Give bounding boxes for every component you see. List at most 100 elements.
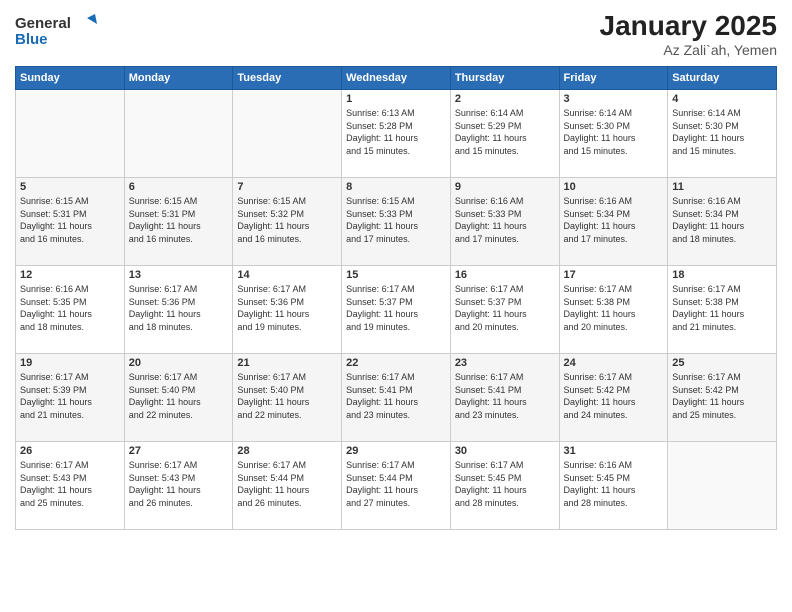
day-number: 7 <box>237 181 337 193</box>
calendar-cell: 1 Sunrise: 6:13 AM Sunset: 5:28 PM Daylig… <box>342 90 451 178</box>
day-info: Sunrise: 6:17 AM Sunset: 5:44 PM Dayligh… <box>237 459 337 509</box>
calendar-cell: 12 Sunrise: 6:16 AM Sunset: 5:35 PM Dayli… <box>16 266 125 354</box>
day-number: 16 <box>455 269 555 281</box>
day-number: 8 <box>346 181 446 193</box>
day-info: Sunrise: 6:17 AM Sunset: 5:43 PM Dayligh… <box>20 459 120 509</box>
day-number: 22 <box>346 357 446 369</box>
day-number: 27 <box>129 445 229 457</box>
svg-text:General: General <box>15 15 71 32</box>
col-thursday: Thursday <box>450 67 559 90</box>
day-info: Sunrise: 6:17 AM Sunset: 5:44 PM Dayligh… <box>346 459 446 509</box>
day-number: 1 <box>346 93 446 105</box>
calendar-cell: 20 Sunrise: 6:17 AM Sunset: 5:40 PM Dayli… <box>124 354 233 442</box>
day-number: 9 <box>455 181 555 193</box>
day-info: Sunrise: 6:16 AM Sunset: 5:35 PM Dayligh… <box>20 283 120 333</box>
calendar-cell: 3Sunrise: 6:14 AM Sunset: 5:30 PM Daylig… <box>559 90 668 178</box>
calendar-cell: 5 Sunrise: 6:15 AM Sunset: 5:31 PM Daylig… <box>16 178 125 266</box>
day-number: 15 <box>346 269 446 281</box>
col-sunday: Sunday <box>16 67 125 90</box>
day-info: Sunrise: 6:17 AM Sunset: 5:40 PM Dayligh… <box>237 371 337 421</box>
calendar-cell: 10 Sunrise: 6:16 AM Sunset: 5:34 PM Dayli… <box>559 178 668 266</box>
day-info: Sunrise: 6:13 AM Sunset: 5:28 PM Dayligh… <box>346 107 446 157</box>
day-info: Sunrise: 6:17 AM Sunset: 5:45 PM Dayligh… <box>455 459 555 509</box>
calendar-cell: 11 Sunrise: 6:16 AM Sunset: 5:34 PM Dayli… <box>668 178 777 266</box>
calendar-week-1: 1 Sunrise: 6:13 AM Sunset: 5:28 PM Daylig… <box>16 90 777 178</box>
day-number: 24 <box>564 357 664 369</box>
calendar-cell <box>233 90 342 178</box>
day-number: 3 <box>564 93 664 105</box>
calendar-cell <box>124 90 233 178</box>
col-saturday: Saturday <box>668 67 777 90</box>
day-info: Sunrise: 6:17 AM Sunset: 5:37 PM Dayligh… <box>455 283 555 333</box>
day-info: Sunrise: 6:17 AM Sunset: 5:38 PM Dayligh… <box>672 283 772 333</box>
day-number: 30 <box>455 445 555 457</box>
calendar-cell: 14 Sunrise: 6:17 AM Sunset: 5:36 PM Dayli… <box>233 266 342 354</box>
calendar-cell <box>16 90 125 178</box>
day-number: 23 <box>455 357 555 369</box>
day-number: 14 <box>237 269 337 281</box>
calendar-cell: 26 Sunrise: 6:17 AM Sunset: 5:43 PM Dayli… <box>16 442 125 530</box>
calendar-week-5: 26 Sunrise: 6:17 AM Sunset: 5:43 PM Dayli… <box>16 442 777 530</box>
day-number: 20 <box>129 357 229 369</box>
day-info: Sunrise: 6:15 AM Sunset: 5:31 PM Dayligh… <box>20 195 120 245</box>
calendar-cell: 9 Sunrise: 6:16 AM Sunset: 5:33 PM Daylig… <box>450 178 559 266</box>
calendar-cell: 8 Sunrise: 6:15 AM Sunset: 5:33 PM Daylig… <box>342 178 451 266</box>
day-info: Sunrise: 6:17 AM Sunset: 5:37 PM Dayligh… <box>346 283 446 333</box>
col-wednesday: Wednesday <box>342 67 451 90</box>
day-info: Sunrise: 6:17 AM Sunset: 5:41 PM Dayligh… <box>455 371 555 421</box>
day-info: Sunrise: 6:16 AM Sunset: 5:34 PM Dayligh… <box>564 195 664 245</box>
calendar-cell: 23 Sunrise: 6:17 AM Sunset: 5:41 PM Dayli… <box>450 354 559 442</box>
day-info: Sunrise: 6:17 AM Sunset: 5:38 PM Dayligh… <box>564 283 664 333</box>
calendar-cell: 15 Sunrise: 6:17 AM Sunset: 5:37 PM Dayli… <box>342 266 451 354</box>
calendar-cell: 18 Sunrise: 6:17 AM Sunset: 5:38 PM Dayli… <box>668 266 777 354</box>
calendar-cell: 30 Sunrise: 6:17 AM Sunset: 5:45 PM Dayli… <box>450 442 559 530</box>
col-tuesday: Tuesday <box>233 67 342 90</box>
day-info: Sunrise: 6:15 AM Sunset: 5:33 PM Dayligh… <box>346 195 446 245</box>
day-info: Sunrise: 6:16 AM Sunset: 5:34 PM Dayligh… <box>672 195 772 245</box>
calendar-cell: 16 Sunrise: 6:17 AM Sunset: 5:37 PM Dayli… <box>450 266 559 354</box>
day-info: Sunrise: 6:15 AM Sunset: 5:31 PM Dayligh… <box>129 195 229 245</box>
calendar-cell: 19 Sunrise: 6:17 AM Sunset: 5:39 PM Dayli… <box>16 354 125 442</box>
calendar-cell: 22 Sunrise: 6:17 AM Sunset: 5:41 PM Dayli… <box>342 354 451 442</box>
calendar-cell: 29 Sunrise: 6:17 AM Sunset: 5:44 PM Dayli… <box>342 442 451 530</box>
calendar-cell: 25Sunrise: 6:17 AM Sunset: 5:42 PM Dayli… <box>668 354 777 442</box>
day-info: Sunrise: 6:14 AM Sunset: 5:29 PM Dayligh… <box>455 107 555 157</box>
day-number: 10 <box>564 181 664 193</box>
day-info: Sunrise: 6:17 AM Sunset: 5:36 PM Dayligh… <box>129 283 229 333</box>
day-number: 26 <box>20 445 120 457</box>
calendar-week-3: 12 Sunrise: 6:16 AM Sunset: 5:35 PM Dayli… <box>16 266 777 354</box>
col-monday: Monday <box>124 67 233 90</box>
day-info: Sunrise: 6:17 AM Sunset: 5:36 PM Dayligh… <box>237 283 337 333</box>
day-info: Sunrise: 6:17 AM Sunset: 5:43 PM Dayligh… <box>129 459 229 509</box>
day-number: 31 <box>564 445 664 457</box>
day-number: 4 <box>672 93 772 105</box>
day-number: 17 <box>564 269 664 281</box>
day-number: 18 <box>672 269 772 281</box>
day-number: 29 <box>346 445 446 457</box>
location: Az Zali`ah, Yemen <box>600 42 777 58</box>
day-number: 21 <box>237 357 337 369</box>
day-number: 11 <box>672 181 772 193</box>
calendar-cell: 21 Sunrise: 6:17 AM Sunset: 5:40 PM Dayli… <box>233 354 342 442</box>
calendar-cell: 13Sunrise: 6:17 AM Sunset: 5:36 PM Dayli… <box>124 266 233 354</box>
header: General Blue January 2025 Az Zali`ah, Ye… <box>15 10 777 58</box>
calendar-cell: 2Sunrise: 6:14 AM Sunset: 5:29 PM Daylig… <box>450 90 559 178</box>
col-friday: Friday <box>559 67 668 90</box>
day-info: Sunrise: 6:16 AM Sunset: 5:33 PM Dayligh… <box>455 195 555 245</box>
day-number: 28 <box>237 445 337 457</box>
day-number: 12 <box>20 269 120 281</box>
calendar-week-4: 19 Sunrise: 6:17 AM Sunset: 5:39 PM Dayli… <box>16 354 777 442</box>
calendar-cell: 7 Sunrise: 6:15 AM Sunset: 5:32 PM Daylig… <box>233 178 342 266</box>
calendar-cell: 28 Sunrise: 6:17 AM Sunset: 5:44 PM Dayli… <box>233 442 342 530</box>
day-info: Sunrise: 6:17 AM Sunset: 5:41 PM Dayligh… <box>346 371 446 421</box>
day-number: 5 <box>20 181 120 193</box>
calendar-cell: 27 Sunrise: 6:17 AM Sunset: 5:43 PM Dayli… <box>124 442 233 530</box>
header-row: Sunday Monday Tuesday Wednesday Thursday… <box>16 67 777 90</box>
calendar-cell: 4Sunrise: 6:14 AM Sunset: 5:30 PM Daylig… <box>668 90 777 178</box>
day-number: 19 <box>20 357 120 369</box>
day-info: Sunrise: 6:17 AM Sunset: 5:39 PM Dayligh… <box>20 371 120 421</box>
calendar-table: Sunday Monday Tuesday Wednesday Thursday… <box>15 66 777 530</box>
day-info: Sunrise: 6:17 AM Sunset: 5:40 PM Dayligh… <box>129 371 229 421</box>
day-info: Sunrise: 6:15 AM Sunset: 5:32 PM Dayligh… <box>237 195 337 245</box>
calendar-cell: 17 Sunrise: 6:17 AM Sunset: 5:38 PM Dayli… <box>559 266 668 354</box>
